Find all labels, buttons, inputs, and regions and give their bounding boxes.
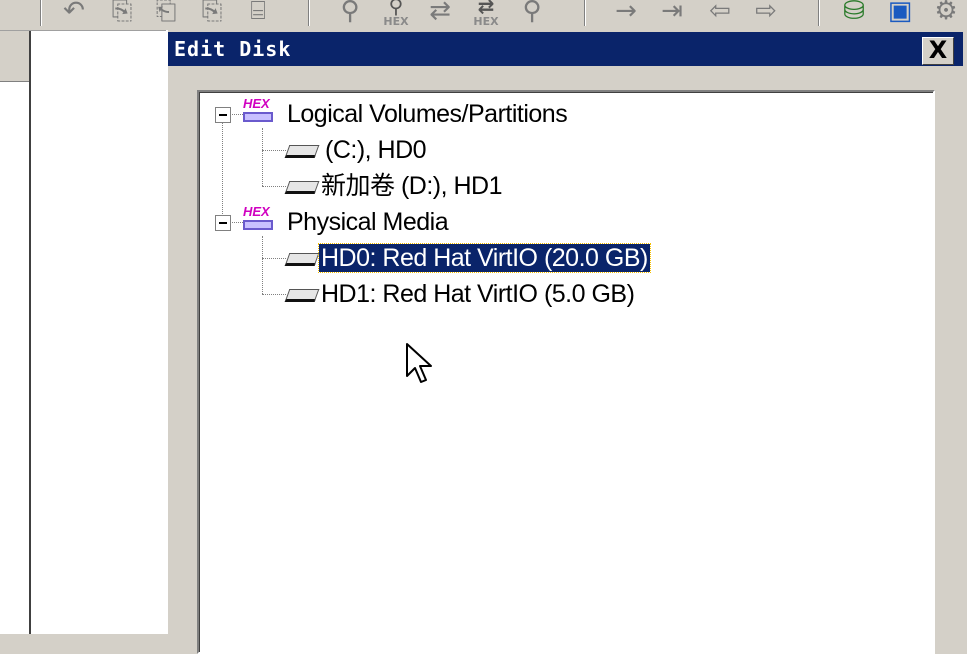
- drive-icon: [284, 179, 320, 194]
- toolbar-separator: [308, 0, 310, 26]
- tree-connector: [229, 114, 243, 115]
- open-ram-icon[interactable]: ▣: [884, 0, 916, 26]
- background-pane: [31, 31, 166, 634]
- tree-item-volume-c[interactable]: (C:), HD0: [323, 133, 428, 167]
- tree-connector: [262, 128, 263, 186]
- paste-icon[interactable]: ⎗: [150, 0, 182, 26]
- close-button[interactable]: X: [922, 37, 954, 65]
- tree-connector: [262, 186, 286, 187]
- tree-connector: [262, 258, 286, 259]
- tree-connector: [262, 294, 286, 295]
- drive-icon: [284, 251, 320, 266]
- tree-connector: [262, 150, 286, 151]
- mouse-pointer-icon: [406, 343, 432, 383]
- tree-connector: [262, 236, 263, 294]
- tools-icon[interactable]: ⚙: [930, 0, 962, 26]
- back-arrow-icon[interactable]: ⇦: [704, 0, 736, 26]
- goto-offset-icon[interactable]: →: [610, 0, 642, 26]
- replace-icon[interactable]: ⇄: [424, 0, 456, 26]
- paste-special-icon[interactable]: ⎘: [196, 0, 228, 26]
- drive-icon: [284, 143, 320, 158]
- toolbar-separator: [584, 0, 586, 26]
- collapse-logical-volumes-icon[interactable]: [215, 107, 231, 123]
- tree-item-hd1[interactable]: HD1: Red Hat VirtIO (5.0 GB): [319, 277, 636, 311]
- dialog-titlebar[interactable]: Edit Disk X: [168, 32, 963, 66]
- left-pane: [0, 31, 31, 634]
- tree-group-physical-media[interactable]: Physical Media: [285, 205, 450, 239]
- forward-arrow-icon[interactable]: ⇨: [750, 0, 782, 26]
- disk-tree[interactable]: HEX Logical Volumes/Partitions (C:), HD0…: [197, 90, 935, 654]
- open-disk-icon[interactable]: ⛁: [838, 0, 870, 26]
- find-next-icon[interactable]: ⚲: [516, 0, 548, 26]
- replace-hex-icon[interactable]: ⇄ HEX: [470, 0, 502, 27]
- edit-disk-dialog: Edit Disk X HEX Logical Volumes/Partitio…: [166, 30, 967, 654]
- dialog-title: Edit Disk: [174, 37, 292, 61]
- binary-icon[interactable]: ⌸: [242, 0, 274, 26]
- goto-page-icon[interactable]: ⇥: [656, 0, 688, 26]
- find-hex-icon[interactable]: ⚲ HEX: [380, 0, 412, 27]
- hex-workshop-icon: HEX: [243, 97, 275, 127]
- tree-item-volume-d[interactable]: 新加卷 (D:), HD1: [319, 169, 504, 203]
- drive-icon: [284, 287, 320, 302]
- tree-connector: [222, 114, 223, 222]
- undo-icon[interactable]: ↶: [58, 0, 90, 26]
- collapse-physical-media-icon[interactable]: [215, 215, 231, 231]
- toolbar-separator: [40, 0, 42, 26]
- tree-group-logical-volumes[interactable]: Logical Volumes/Partitions: [285, 97, 569, 131]
- copy-icon[interactable]: ⎘: [106, 0, 138, 26]
- tree-item-hd0[interactable]: HD0: Red Hat VirtIO (20.0 GB): [318, 241, 651, 275]
- left-pane-header: [0, 31, 29, 82]
- tree-connector: [229, 222, 243, 223]
- toolbar-separator: [818, 0, 820, 26]
- main-toolbar: ↶ ⎘ ⎗ ⎘ ⌸ ⚲ ⚲ HEX ⇄ ⇄ HEX ⚲ → ⇥ ⇦ ⇨ ⛁ ▣ ⚙: [0, 0, 967, 31]
- find-icon[interactable]: ⚲: [334, 0, 366, 26]
- hex-workshop-icon: HEX: [243, 205, 275, 235]
